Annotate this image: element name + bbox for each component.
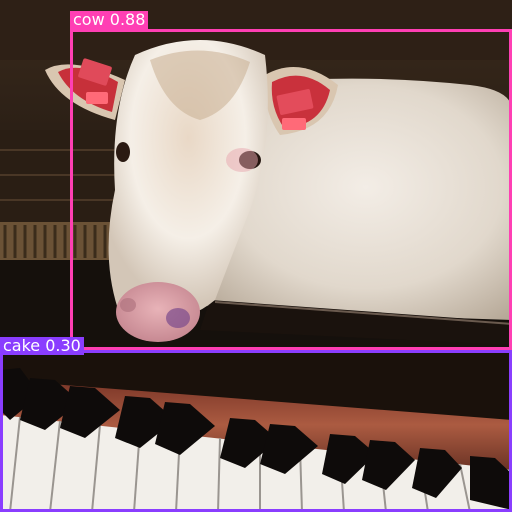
cake-detection-label: cake 0.30 (0, 337, 84, 355)
cow-detection-label: cow 0.88 (70, 11, 149, 29)
cake-bounding-box (0, 350, 512, 512)
cow-bounding-box (70, 29, 512, 350)
detection-scene: cow 0.88 cake 0.30 (0, 0, 512, 512)
